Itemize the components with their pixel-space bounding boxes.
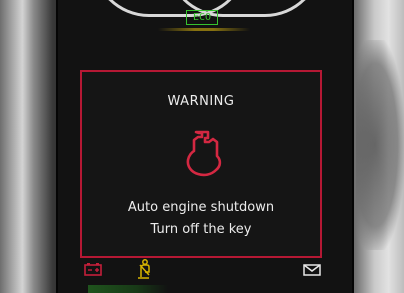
eco-gauge-bar [158,28,250,31]
engine-oil-warning-icon [186,130,222,177]
instrument-display: ECO WARNING Auto engine shutdown Turn of… [56,0,354,293]
warning-panel: WARNING Auto engine shutdown Turn off th… [80,70,322,258]
warning-message-line-2: Turn off the key [150,222,252,237]
warning-title: WARNING [167,94,235,109]
warning-message-line-1: Auto engine shutdown [127,200,275,215]
seatbelt-icon [138,259,150,279]
bottom-status-strip [88,285,168,293]
battery-icon [84,263,102,276]
message-icon [303,264,321,276]
eco-indicator: ECO [186,10,218,25]
